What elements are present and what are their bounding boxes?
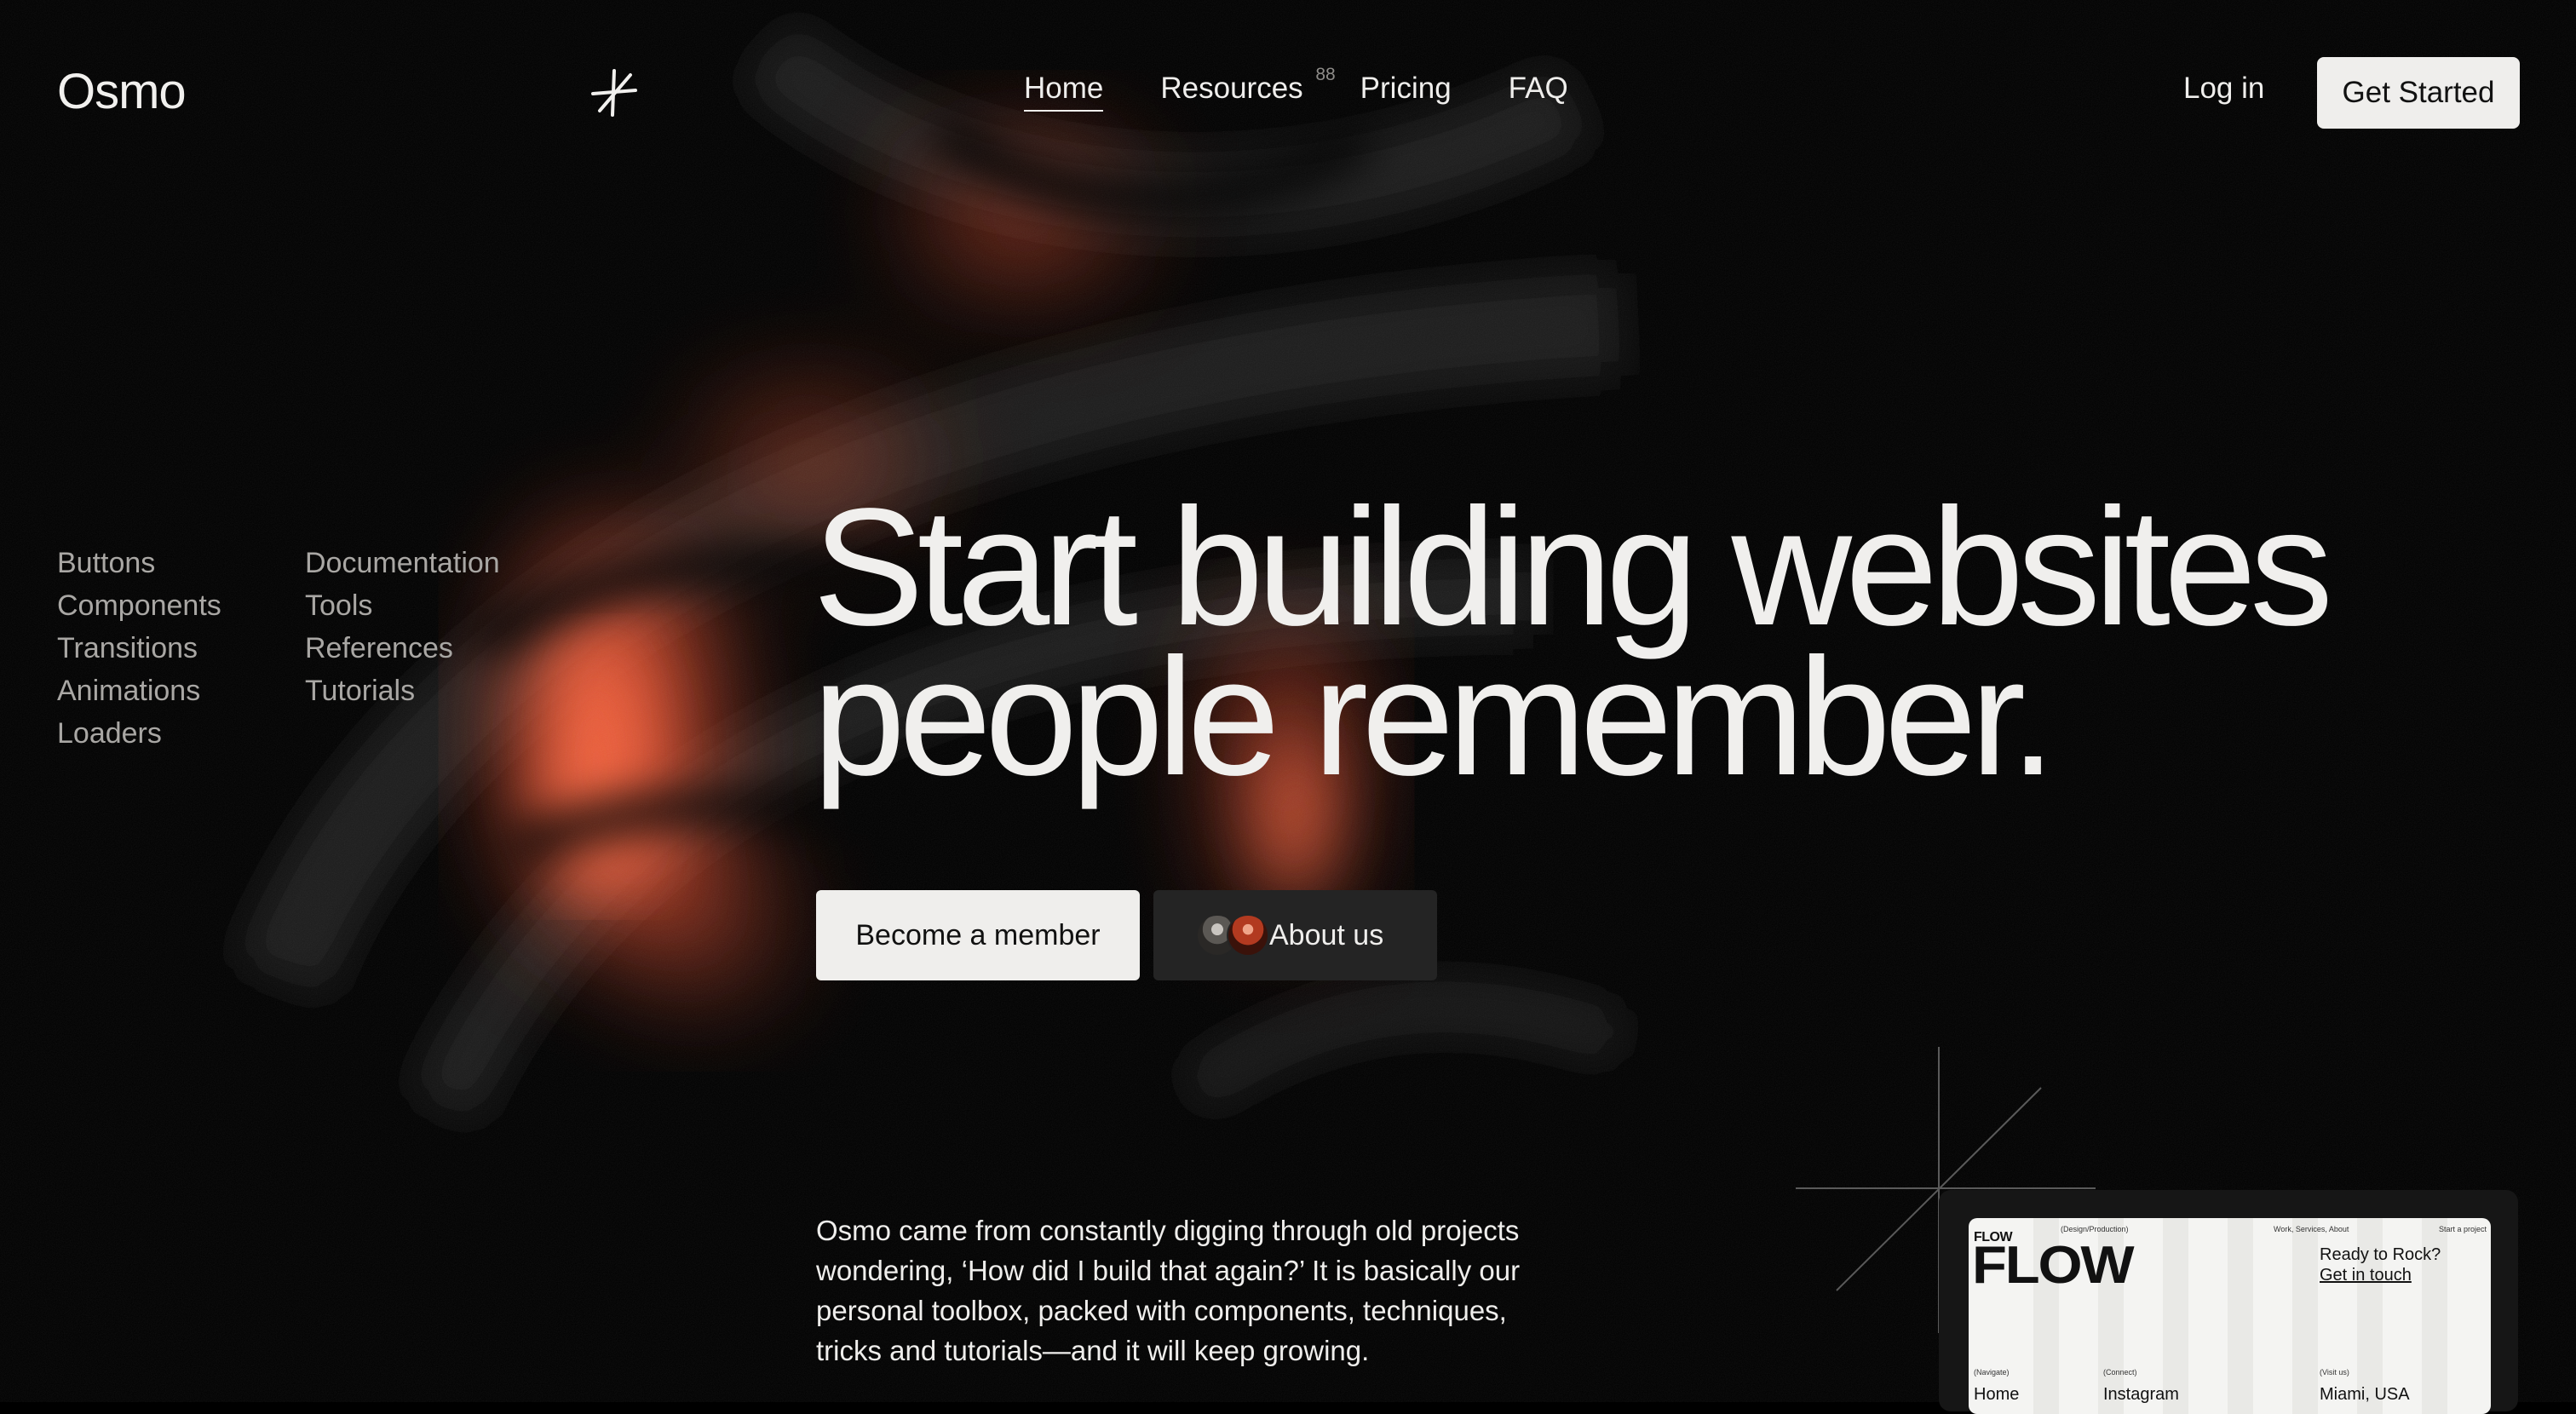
nav-resources-label: Resources <box>1160 72 1303 105</box>
hero-description: Osmo came from constantly digging throug… <box>816 1215 1521 1366</box>
brand-logo[interactable]: Osmo <box>57 63 187 120</box>
sidebar-item-buttons[interactable]: Buttons <box>57 542 221 584</box>
preview-ready-text: Ready to Rock? <box>2320 1245 2441 1264</box>
website-preview-screenshot: FLOW (Design/Production) Work, Services,… <box>1969 1218 2491 1414</box>
preview-big-logo: FLOW <box>1972 1236 2135 1295</box>
preview-tag-design: (Design/Production) <box>2061 1225 2129 1233</box>
hero-headline-line-1: Start building websites <box>813 474 2333 660</box>
preview-get-in-touch: Get in touch <box>2320 1266 2412 1285</box>
nav-pricing-label: Pricing <box>1360 72 1452 105</box>
sidebar-item-references[interactable]: References <box>305 627 500 670</box>
sidebar-item-tools[interactable]: Tools <box>305 584 500 627</box>
hero-headline-line-2: people remember. <box>813 624 2056 810</box>
preview-grid-column <box>2292 1218 2318 1414</box>
sidebar-item-loaders[interactable]: Loaders <box>57 712 221 755</box>
preview-tag-start: Start a project <box>2439 1225 2487 1233</box>
sidebar-list-categories: Buttons Components Transitions Animation… <box>57 542 221 755</box>
about-us-button[interactable]: About us <box>1153 890 1437 980</box>
nav-home[interactable]: Home <box>1024 72 1104 112</box>
nav-faq-label: FAQ <box>1508 72 1568 105</box>
login-link[interactable]: Log in <box>2183 72 2264 106</box>
preview-label-navigate: (Navigate) <box>1974 1368 2010 1377</box>
avatar-group <box>1196 914 1269 957</box>
sidebar-item-documentation[interactable]: Documentation <box>305 542 500 584</box>
sidebar-list-resources: Documentation Tools References Tutorials <box>305 542 500 712</box>
nav-home-label: Home <box>1024 72 1104 105</box>
main-nav: Home Resources 88 Pricing FAQ <box>1024 65 1625 112</box>
asterisk-logo-icon <box>591 69 637 117</box>
become-member-button[interactable]: Become a member <box>816 890 1140 980</box>
avatar <box>1227 914 1269 957</box>
sidebar-item-tutorials[interactable]: Tutorials <box>305 670 500 712</box>
nav-faq[interactable]: FAQ <box>1509 72 1568 112</box>
hero-headline: Start building websites people remember. <box>813 474 2333 810</box>
preview-label-connect: (Connect) <box>2103 1368 2137 1377</box>
preview-tag-work: Work, Services, About <box>2274 1225 2349 1233</box>
sidebar-item-components[interactable]: Components <box>57 584 221 627</box>
sidebar-item-transitions[interactable]: Transitions <box>57 627 221 670</box>
get-started-button[interactable]: Get Started <box>2317 57 2520 129</box>
sidebar-item-animations[interactable]: Animations <box>57 670 221 712</box>
resources-count-badge: 88 <box>1315 65 1336 84</box>
about-us-label: About us <box>1269 918 1384 951</box>
preview-grid-column <box>2228 1218 2253 1414</box>
nav-resources[interactable]: Resources 88 <box>1160 65 1335 112</box>
preview-label-visit: (Visit us) <box>2320 1368 2349 1377</box>
nav-pricing[interactable]: Pricing <box>1360 72 1452 112</box>
